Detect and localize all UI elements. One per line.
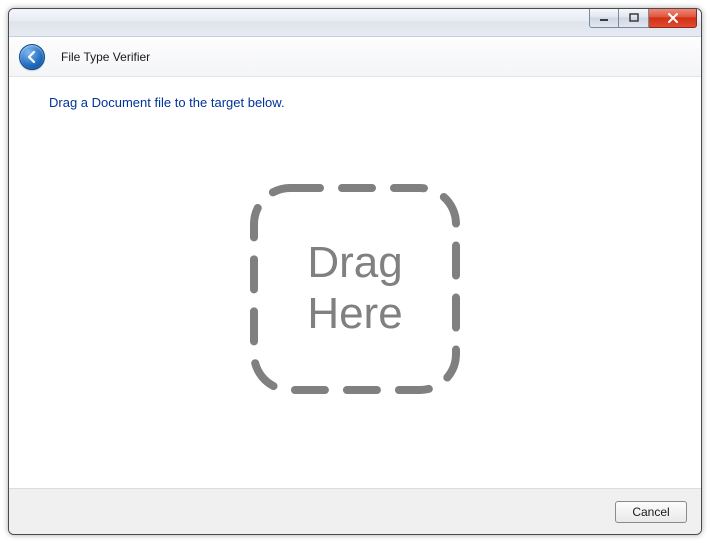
content-area: Drag a Document file to the target below… [9, 77, 701, 488]
instruction-text: Drag a Document file to the target below… [49, 95, 661, 110]
app-title: File Type Verifier [61, 50, 150, 64]
dropzone-container: Drag Here [49, 110, 661, 488]
header-bar: File Type Verifier [9, 37, 701, 77]
dropzone-label-line2: Here [307, 289, 402, 340]
back-button[interactable] [19, 44, 45, 70]
titlebar[interactable] [9, 9, 701, 37]
caption-buttons [589, 8, 697, 28]
drop-target[interactable]: Drag Here [250, 184, 460, 394]
dialog-window: File Type Verifier Drag a Document file … [8, 8, 702, 535]
arrow-left-icon [25, 50, 39, 64]
dropzone-label-line1: Drag [307, 238, 402, 289]
footer-bar: Cancel [9, 488, 701, 534]
cancel-button[interactable]: Cancel [615, 501, 687, 523]
maximize-button[interactable] [619, 8, 649, 28]
minimize-button[interactable] [589, 8, 619, 28]
close-button[interactable] [649, 8, 697, 28]
